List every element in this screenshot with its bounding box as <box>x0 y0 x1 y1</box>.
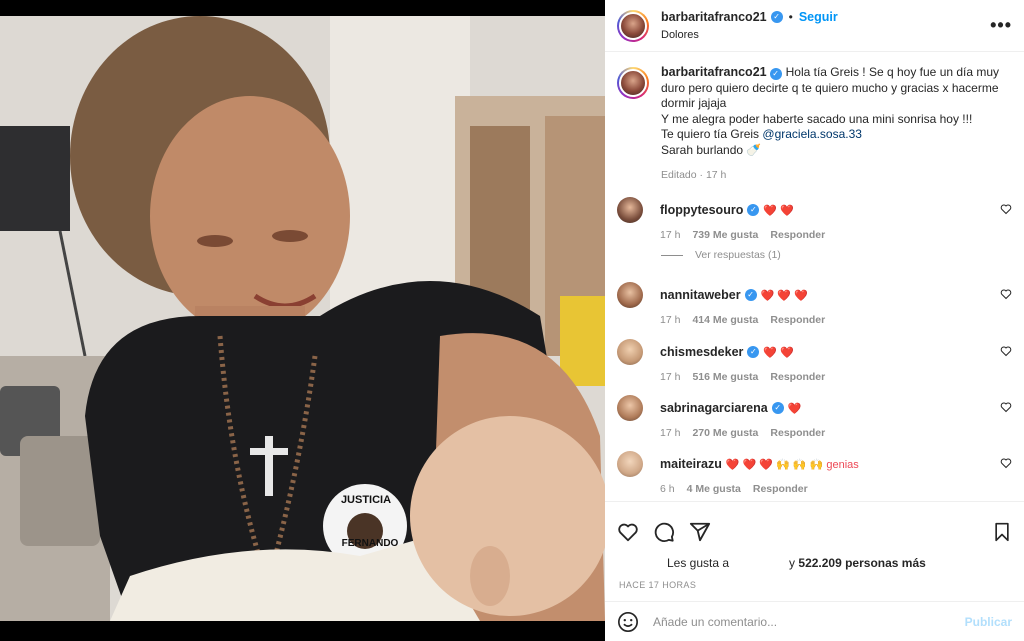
post-caption: barbaritafranco21 ✓ Hola tía Greis ! Se q … <box>617 53 1012 184</box>
verified-badge-icon: ✓ <box>770 11 783 23</box>
caption-username[interactable]: barbaritafranco21 <box>661 65 767 79</box>
caption-line-3: Te quiero tía Greis <box>661 127 763 141</box>
comment-text: ❤️ ❤️ <box>763 346 794 359</box>
comment-text: ❤️ ❤️ <box>763 204 794 217</box>
post-header: barbaritafranco21 ✓ • Seguir Dolores ••• <box>605 0 1024 52</box>
comment-reply-button[interactable]: Responder <box>770 229 825 241</box>
view-replies-button[interactable]: Ver respuestas (1) <box>661 249 781 261</box>
comment-reply-button[interactable]: Responder <box>770 371 825 383</box>
caption-line-4: Sarah burlando 🍼 <box>661 142 762 157</box>
verified-badge-icon: ✓ <box>747 346 760 358</box>
comment-likes[interactable]: 739 Me gusta <box>692 229 758 241</box>
badge-text-name: FERNANDO <box>341 538 399 549</box>
comment-avatar[interactable] <box>617 197 643 223</box>
comment-like-icon[interactable] <box>1000 288 1012 300</box>
action-icons-row <box>605 502 1024 548</box>
post-location[interactable]: Dolores <box>661 29 990 41</box>
comment-username[interactable]: chismesdeker <box>660 345 743 359</box>
comment-time[interactable]: 6 h <box>660 483 675 495</box>
likes-summary[interactable]: Les gusta a y 522.209 personas más <box>605 548 1024 570</box>
comment-text: ❤️ ❤️ ❤️ <box>760 289 808 302</box>
comment-like-icon[interactable] <box>1000 457 1012 469</box>
more-options-icon[interactable]: ••• <box>990 15 1012 36</box>
comment-username[interactable]: sabrinagarciarena <box>660 401 768 415</box>
caption-meta: Editado · 17 h <box>661 169 727 181</box>
comments-section[interactable]: barbaritafranco21 ✓ Hola tía Greis ! Se q … <box>605 53 1024 501</box>
comment-likes[interactable]: 414 Me gusta <box>692 314 758 326</box>
comment-item: floppytesouro ✓ ❤️ ❤️ 17 h 739 Me gusta … <box>617 197 1012 241</box>
emoji-icon[interactable] <box>617 611 639 633</box>
save-bookmark-icon[interactable] <box>992 522 1012 542</box>
comment-likes[interactable]: 270 Me gusta <box>692 427 758 439</box>
badge-text-top: JUSTICIA <box>340 494 392 506</box>
comment-like-icon[interactable] <box>1000 203 1012 215</box>
comment-item: sabrinagarciarena ✓ ❤️ 17 h 270 Me gusta… <box>617 395 1012 439</box>
comment-like-icon[interactable] <box>1000 401 1012 413</box>
comment-reply-button[interactable]: Responder <box>770 314 825 326</box>
likes-suffix: y <box>789 556 796 570</box>
comment-time[interactable]: 17 h <box>660 427 680 439</box>
share-paper-plane-icon[interactable] <box>689 521 711 543</box>
comment-avatar[interactable] <box>617 395 643 421</box>
post-timestamp[interactable]: HACE 17 HORAS <box>605 570 1024 590</box>
comment-avatar[interactable] <box>617 339 643 365</box>
follow-button[interactable]: Seguir <box>799 10 838 24</box>
comment-reply-button[interactable]: Responder <box>770 427 825 439</box>
publish-button[interactable]: Publicar <box>965 615 1012 629</box>
comment-username[interactable]: nannitaweber <box>660 288 741 302</box>
verified-badge-icon: ✓ <box>744 289 757 301</box>
comment-avatar[interactable] <box>617 451 643 477</box>
comment-username[interactable]: maiteirazu <box>660 457 722 471</box>
author-username[interactable]: barbaritafranco21 <box>661 10 767 24</box>
like-heart-icon[interactable] <box>617 521 639 543</box>
comment-username[interactable]: floppytesouro <box>660 203 743 217</box>
post-side-panel: barbaritafranco21 ✓ • Seguir Dolores •••… <box>605 0 1024 641</box>
post-photo[interactable]: JUSTICIA FERNANDO <box>0 16 605 621</box>
author-avatar[interactable] <box>617 9 649 42</box>
add-comment-bar: Añade un comentario... Publicar <box>605 601 1024 641</box>
separator-dot: • <box>788 10 793 24</box>
photo-illustration <box>0 16 605 621</box>
comment-item: chismesdeker ✓ ❤️ ❤️ 17 h 516 Me gusta R… <box>617 339 1012 383</box>
verified-badge-icon: ✓ <box>747 204 760 216</box>
replies-line <box>661 254 683 256</box>
view-replies-label: Ver respuestas (1) <box>695 249 781 261</box>
verified-badge-icon: ✓ <box>769 68 782 80</box>
post-actions: Les gusta a y 522.209 personas más HACE … <box>605 501 1024 641</box>
likes-count[interactable]: 522.209 personas más <box>798 556 925 570</box>
comment-likes[interactable]: 4 Me gusta <box>687 483 741 495</box>
caption-mention-link[interactable]: @graciela.sosa.33 <box>762 127 862 141</box>
comment-time[interactable]: 17 h <box>660 371 680 383</box>
comment-likes[interactable]: 516 Me gusta <box>692 371 758 383</box>
comment-avatar[interactable] <box>617 282 643 308</box>
caption-line-2: Y me alegra poder haberte sacado una min… <box>661 111 973 126</box>
comment-item: maiteirazu ❤️ ❤️ ❤️ 🙌 🙌 🙌 genias 6 h 4 M… <box>617 451 1012 495</box>
comment-bubble-icon[interactable] <box>653 521 675 543</box>
comment-input[interactable]: Añade un comentario... <box>653 615 965 629</box>
comment-text: ❤️ <box>787 402 802 415</box>
comment-text: ❤️ ❤️ ❤️ 🙌 🙌 🙌 genias <box>725 458 859 471</box>
verified-badge-icon: ✓ <box>771 402 784 414</box>
comment-item: nannitaweber ✓ ❤️ ❤️ ❤️ 17 h 414 Me gust… <box>617 282 1012 326</box>
comment-like-icon[interactable] <box>1000 345 1012 357</box>
comment-time[interactable]: 17 h <box>660 314 680 326</box>
comment-reply-button[interactable]: Responder <box>753 483 808 495</box>
caption-avatar[interactable] <box>617 67 649 99</box>
comment-time[interactable]: 17 h <box>660 229 680 241</box>
likes-prefix: Les gusta a <box>667 556 730 570</box>
